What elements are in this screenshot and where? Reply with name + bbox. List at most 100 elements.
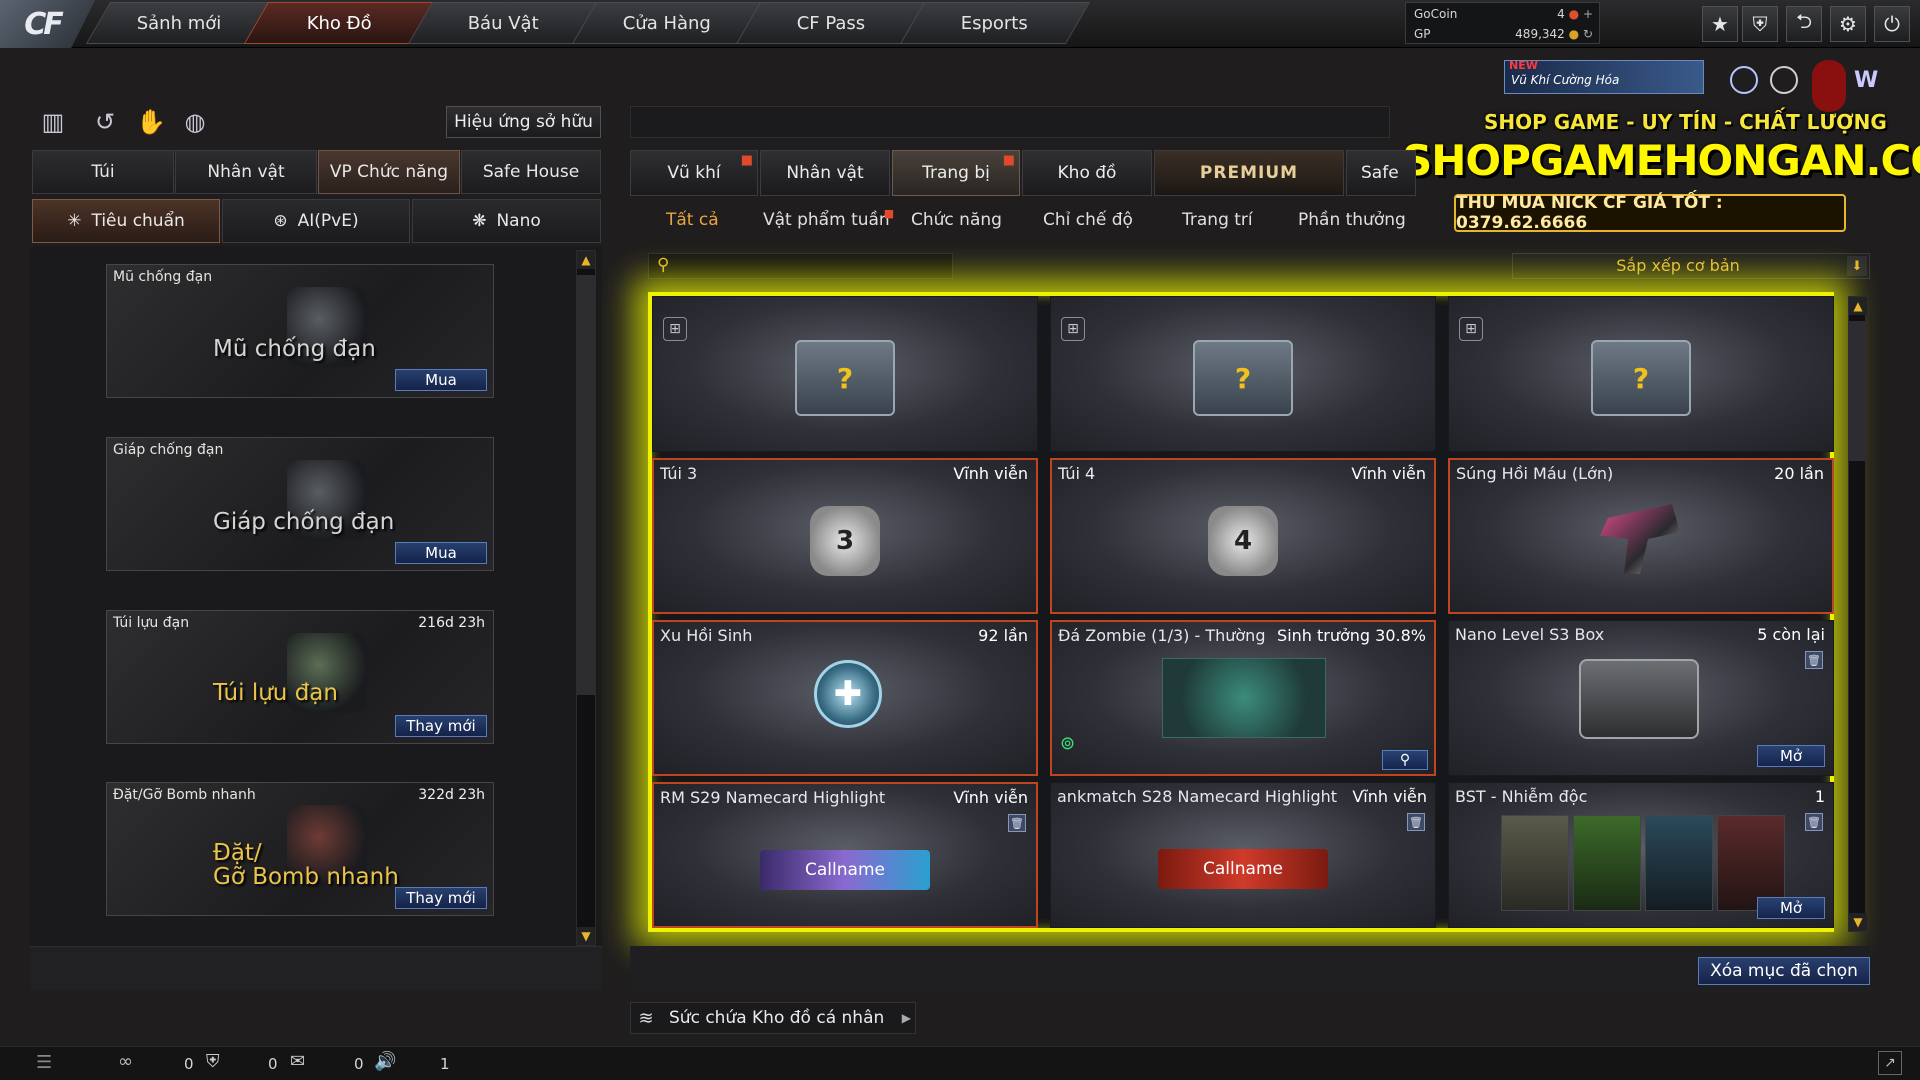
gift-box-icon: ⊞: [663, 317, 687, 341]
right-tab-nhan-vat[interactable]: Nhân vật: [760, 150, 890, 196]
history-icon[interactable]: ↺: [90, 107, 120, 137]
grid-scrollbar[interactable]: ▲ ▼: [1848, 296, 1867, 932]
mouse-icon[interactable]: ◍: [180, 107, 210, 137]
subtab-vat-pham-tuan[interactable]: Vật phẩm tuần ■: [763, 206, 894, 234]
scroll-thumb[interactable]: [577, 275, 595, 695]
slot-helmet[interactable]: Mũ chống đạn Mũ chống đạn Mua: [106, 264, 494, 398]
renew-button[interactable]: Thay mới: [395, 887, 487, 909]
inventory-item-bag-3[interactable]: Túi 3 Vĩnh viễn 3: [652, 458, 1038, 614]
shield-icon[interactable]: ⛨: [1742, 6, 1778, 42]
nav-tab-esports[interactable]: Esports: [899, 2, 1091, 44]
buy-button[interactable]: Mua: [395, 542, 487, 564]
nav-tab-cua-hang[interactable]: Cửa Hàng: [571, 2, 763, 44]
left-tab-tui[interactable]: Túi: [32, 150, 174, 194]
item-count: 20 lần: [1774, 464, 1824, 483]
scroll-up-icon[interactable]: ▲: [577, 251, 595, 269]
nav-tab-kho-do[interactable]: Kho Đồ: [243, 2, 435, 44]
inventory-item-revive-coin[interactable]: Xu Hồi Sinh 92 lần ✚: [652, 620, 1038, 776]
refresh-icon[interactable]: ↻: [1583, 27, 1593, 41]
right-tab-trang-bi[interactable]: Trang bị ■: [892, 150, 1020, 196]
slot-fast-bomb[interactable]: Đặt/Gỡ Bomb nhanh 322d 23h Đặt/ Gỡ Bomb …: [106, 782, 494, 916]
open-button[interactable]: Mở: [1757, 897, 1825, 919]
slot-grenade-pouch[interactable]: Túi lựu đạn 216d 23h Túi lựu đạn Thay mớ…: [106, 610, 494, 744]
inventory-grid: ⊞ ? ⊞ ? ⊞ ? Túi 3 Vĩnh viễn 3 Túi 4 Vĩnh…: [648, 292, 1834, 932]
chevron-right-icon: ▶: [901, 1011, 911, 1025]
search-box[interactable]: ⚲: [648, 253, 953, 279]
inventory-item-bag-4[interactable]: Túi 4 Vĩnh viễn 4: [1050, 458, 1436, 614]
capacity-bar[interactable]: ≋ Sức chứa Kho đồ cá nhân ▶: [630, 1002, 916, 1034]
delete-selected-button[interactable]: Xóa mục đã chọn: [1698, 957, 1870, 985]
item-name: Nano Level S3 Box: [1455, 625, 1605, 644]
return-icon[interactable]: ⮌: [1786, 6, 1822, 42]
renew-button[interactable]: Thay mới: [395, 715, 487, 737]
add-gocoin-icon[interactable]: +: [1583, 7, 1593, 21]
trash-icon[interactable]: 🗑: [1805, 813, 1823, 831]
nav-tab-bau-vat[interactable]: Báu Vật: [407, 2, 599, 44]
nav-tab-sanh-moi[interactable]: Sảnh mới: [85, 2, 273, 44]
scroll-up-icon[interactable]: ▲: [1849, 297, 1867, 315]
inventory-item-namecard-rm[interactable]: RM S29 Namecard Highlight Vĩnh viễn 🗑 Ca…: [652, 782, 1038, 928]
bag-image: 3: [810, 506, 880, 576]
speaker-icon[interactable]: 🔊: [374, 1051, 396, 1072]
status-count-3: 0: [354, 1055, 364, 1073]
inventory-item-healing-gun[interactable]: Súng Hồi Máu (Lớn) 20 lần: [1448, 458, 1834, 614]
menu-icon[interactable]: ☰: [36, 1052, 52, 1073]
callname-banner: Callname: [1158, 849, 1328, 889]
item-duration: Vĩnh viễn: [953, 788, 1028, 807]
right-tab-kho-do[interactable]: Kho đồ: [1022, 150, 1152, 196]
inventory-item-bst-nhiem-doc[interactable]: BST - Nhiễm độc 1 🗑 Mở: [1448, 782, 1834, 928]
subtab-phan-thuong[interactable]: Phần thưởng: [1298, 206, 1406, 234]
trash-icon[interactable]: 🗑: [1008, 814, 1026, 832]
scroll-down-icon[interactable]: ▼: [577, 927, 595, 945]
right-tab-safe[interactable]: Safe: [1346, 150, 1416, 196]
subtab-chuc-nang[interactable]: Chức năng: [911, 206, 1002, 234]
left-scrollbar[interactable]: ▲ ▼: [576, 250, 596, 946]
search-input[interactable]: [679, 256, 947, 276]
right-tab-premium[interactable]: PREMIUM: [1154, 150, 1344, 196]
power-icon[interactable]: ⏻: [1874, 6, 1910, 42]
subtab-chi-che-do[interactable]: Chỉ chế độ: [1043, 206, 1133, 234]
owned-effects-button[interactable]: Hiệu ứng sở hữu: [446, 106, 601, 138]
subtab-tat-ca[interactable]: Tất cả: [666, 206, 719, 234]
slot-armor[interactable]: Giáp chống đạn Giáp chống đạn Mua: [106, 437, 494, 571]
subtab-tieu-chuan[interactable]: ✳ Tiêu chuẩn: [32, 199, 220, 243]
inventory-item-nano-box[interactable]: Nano Level S3 Box 5 còn lại 🗑 Mở: [1448, 620, 1834, 776]
left-tab-vp-chuc-nang[interactable]: VP Chức năng: [318, 150, 460, 194]
inventory-item-mystery-box-2[interactable]: ⊞ ?: [1050, 296, 1436, 452]
slot-big-label-line2: Gỡ Bomb nhanh: [213, 864, 399, 890]
subtab-trang-tri[interactable]: Trang trí: [1182, 206, 1253, 234]
slot-big-label-line1: Đặt/: [213, 840, 262, 866]
subtab-ai-pve[interactable]: ⊛ AI(PvE): [222, 199, 410, 243]
left-tab-safe-house[interactable]: Safe House: [461, 150, 601, 194]
scroll-thumb[interactable]: [1849, 321, 1865, 461]
star-badge-icon[interactable]: ★: [1702, 6, 1738, 42]
sort-dropdown[interactable]: Sắp xếp cơ bản ⬇: [1512, 253, 1870, 279]
trash-icon[interactable]: 🗑: [1805, 651, 1823, 669]
inventory-item-zombie-stone[interactable]: Đá Zombie (1/3) - Thường Sinh trưởng 30.…: [1050, 620, 1436, 776]
expand-icon[interactable]: ↗: [1878, 1051, 1902, 1075]
inventory-item-mystery-box-1[interactable]: ⊞ ?: [652, 296, 1038, 452]
trash-icon[interactable]: 🗑: [1407, 813, 1425, 831]
slot-time: 216d 23h: [418, 615, 485, 631]
gift-icon: ■: [883, 206, 895, 220]
inventory-item-mystery-box-3[interactable]: ⊞ ?: [1448, 296, 1834, 452]
inventory-item-namecard-rankmatch[interactable]: ankmatch S28 Namecard Highlight Vĩnh viễ…: [1050, 782, 1436, 928]
banner-tagline: SHOP GAME - UY TÍN - CHẤT LƯỢNG: [1484, 110, 1887, 134]
scroll-down-icon[interactable]: ▼: [1849, 913, 1867, 931]
open-button[interactable]: Mở: [1757, 745, 1825, 767]
subtab-nano[interactable]: ❋ Nano: [412, 199, 601, 243]
binoculars-icon: ∞: [118, 1051, 133, 1072]
buy-button[interactable]: Mua: [395, 369, 487, 391]
right-tab-vu-khi[interactable]: Vũ khí ■: [630, 150, 758, 196]
hand-icon[interactable]: ✋: [136, 107, 166, 137]
ranking-icon[interactable]: ▥: [38, 107, 68, 137]
slot-name: Mũ chống đạn: [113, 269, 213, 285]
cf-logo[interactable]: CF: [0, 0, 95, 48]
magnify-icon[interactable]: ⚲: [1382, 750, 1428, 770]
item-name: BST - Nhiễm độc: [1455, 787, 1588, 806]
left-tab-nhan-vat[interactable]: Nhân vật: [175, 150, 317, 194]
slot-name: Đặt/Gỡ Bomb nhanh: [113, 787, 256, 803]
banner-weapon-box: NEW Vũ Khí Cường Hóa: [1504, 59, 1704, 94]
gear-icon[interactable]: ⚙: [1830, 6, 1866, 42]
nav-tab-cf-pass[interactable]: CF Pass: [735, 2, 927, 44]
